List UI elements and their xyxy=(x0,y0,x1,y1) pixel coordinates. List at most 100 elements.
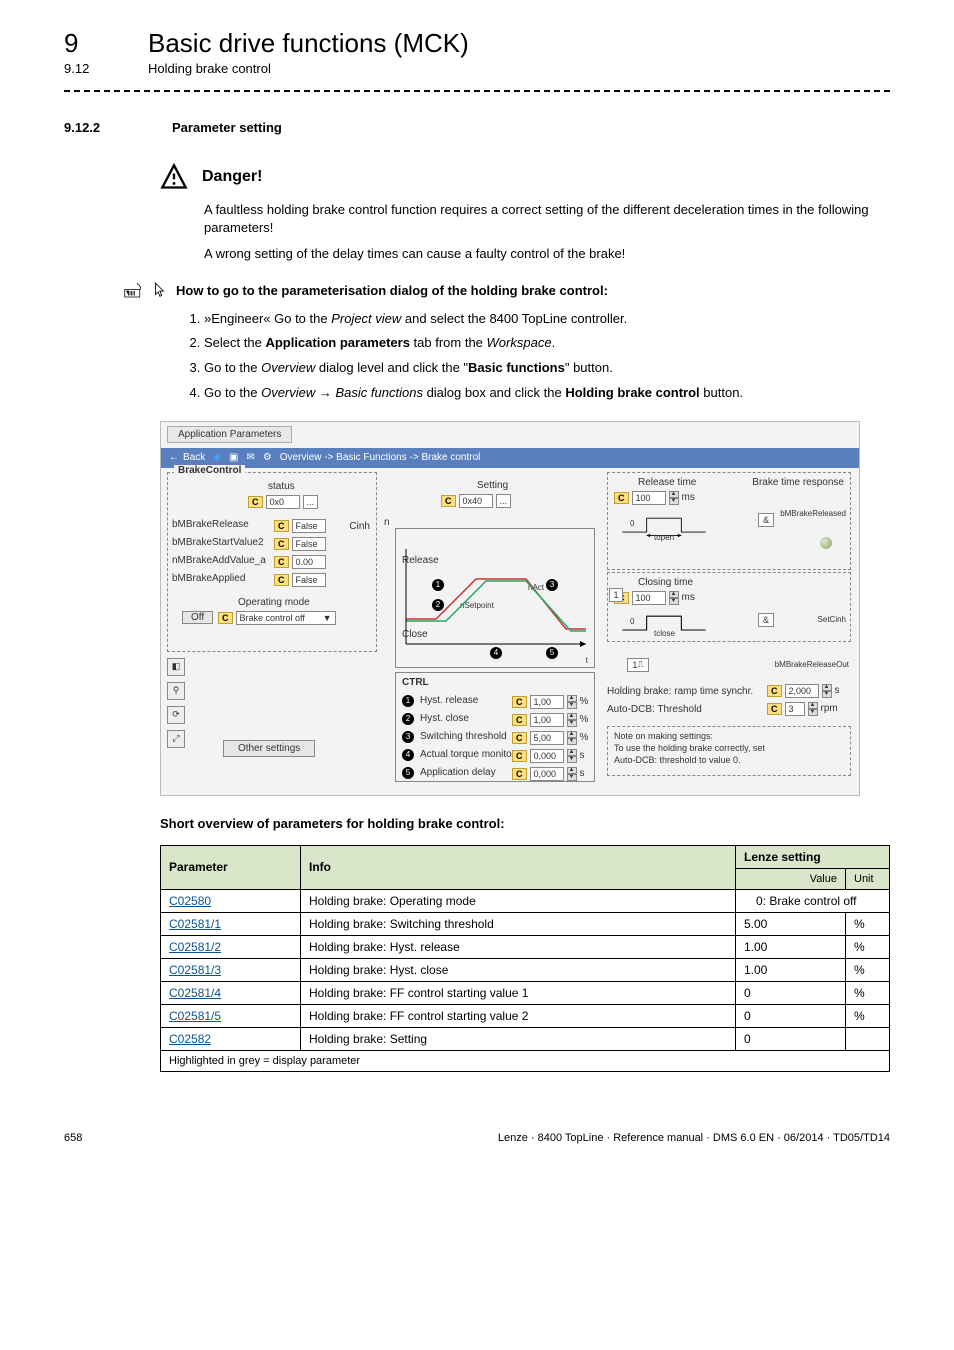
param-link[interactable]: C02580 xyxy=(169,894,211,908)
c-badge-icon: C xyxy=(512,714,527,726)
step-em: Project view xyxy=(331,311,401,326)
other-settings-button[interactable]: Other settings xyxy=(223,740,315,757)
application-delay-label: Application delay xyxy=(420,767,496,778)
param-value: 5.00 xyxy=(736,912,846,935)
c-badge-icon: C xyxy=(248,496,263,508)
param-link[interactable]: C02581/1 xyxy=(169,917,221,931)
toolbar-icon[interactable]: ✉ xyxy=(246,452,254,463)
hyst-close-input[interactable]: 1,00 xyxy=(530,713,564,727)
unit-label: % xyxy=(580,714,589,725)
status-ellipsis-button[interactable]: ... xyxy=(303,495,319,509)
c-badge-icon: C xyxy=(512,732,527,744)
chevron-down-icon: ▼ xyxy=(323,613,332,623)
sidebar-icon[interactable]: ⤢ xyxy=(167,730,185,748)
param-link[interactable]: C02581/4 xyxy=(169,986,221,1000)
ctrl-label: CTRL xyxy=(402,677,429,688)
param-info: Holding brake: Hyst. release xyxy=(301,935,736,958)
table-row: C02580 Holding brake: Operating mode 0: … xyxy=(161,889,890,912)
step-text: → xyxy=(315,385,335,400)
bmbrakereleaseout-label: bMBrakeReleaseOut xyxy=(775,660,849,669)
param-unit: % xyxy=(846,1004,890,1027)
step-text: " button. xyxy=(565,360,613,375)
port-value[interactable]: False xyxy=(292,519,326,533)
step-text: dialog level and click the " xyxy=(315,360,468,375)
application-delay-input[interactable]: 0,000 xyxy=(530,767,564,781)
auto-dcb-input[interactable]: 3 xyxy=(785,702,805,716)
param-info: Holding brake: Switching threshold xyxy=(301,912,736,935)
port-label: bMBrakeRelease xyxy=(172,519,249,530)
toolbar-icon[interactable]: ▣ xyxy=(229,452,238,463)
param-link[interactable]: C02582 xyxy=(169,1032,211,1046)
port-value[interactable]: False xyxy=(292,573,326,587)
param-link[interactable]: C02581/2 xyxy=(169,940,221,954)
step-em: Workspace xyxy=(487,335,552,350)
closing-time-label: Closing time xyxy=(638,577,693,588)
back-button[interactable]: ← Back xyxy=(169,452,205,463)
param-info: Holding brake: Setting xyxy=(301,1027,736,1050)
step-text: . xyxy=(552,335,556,350)
param-info: Holding brake: FF control starting value… xyxy=(301,981,736,1004)
note-heading: Note on making settings: xyxy=(614,731,713,742)
param-link[interactable]: C02581/3 xyxy=(169,963,221,977)
danger-heading: Danger! xyxy=(202,168,262,186)
param-value: 0 xyxy=(736,1004,846,1027)
port-value[interactable]: 0.00 xyxy=(292,555,326,569)
release-time-input[interactable]: 100 xyxy=(632,491,666,505)
param-link[interactable]: C02581/5 xyxy=(169,1009,221,1023)
toolbar-icon[interactable]: ◈ xyxy=(213,452,221,463)
setting-value[interactable]: 0x40 xyxy=(459,494,493,508)
tab-application-params[interactable]: Application Parameters xyxy=(167,426,292,443)
table-footnote: Highlighted in grey = display parameter xyxy=(161,1050,890,1071)
chapter-number: 9 xyxy=(64,28,100,59)
unit-label: ms xyxy=(682,592,695,603)
note-line1: To use the holding brake correctly, set xyxy=(614,743,765,754)
switching-threshold-input[interactable]: 5,00 xyxy=(530,731,564,745)
col-unit: Unit xyxy=(846,868,890,889)
unit-label: s xyxy=(835,685,840,696)
hyst-close-label: Hyst. close xyxy=(420,713,469,724)
step-em: Overview xyxy=(261,360,315,375)
step-2: Select the Application parameters tab fr… xyxy=(204,334,890,353)
holding-ramp-input[interactable]: 2,000 xyxy=(785,684,819,698)
port-value[interactable]: False xyxy=(292,537,326,551)
overview-heading: Short overview of parameters for holding… xyxy=(160,816,890,831)
table-row: C02581/5 Holding brake: FF control start… xyxy=(161,1004,890,1027)
param-value: 1.00 xyxy=(736,958,846,981)
actual-torque-input[interactable]: 0,000 xyxy=(530,749,564,763)
and-gate-icon: & xyxy=(758,613,774,627)
setting-ellipsis-button[interactable]: ... xyxy=(496,494,512,508)
operating-mode-select[interactable]: Brake control off▼ xyxy=(236,611,336,625)
bullet-icon: 1 xyxy=(402,695,414,707)
c-badge-icon: C xyxy=(274,556,289,568)
sidebar-icon[interactable]: ⚲ xyxy=(167,682,185,700)
unit-label: rpm xyxy=(821,703,838,714)
sidebar-icon[interactable]: ◧ xyxy=(167,658,185,676)
setting-label: Setting xyxy=(477,480,508,491)
port-label: bMBrakeApplied xyxy=(172,573,245,584)
chapter-title: Basic drive functions (MCK) xyxy=(148,28,469,59)
section-title: Parameter setting xyxy=(172,120,282,135)
c-badge-icon: C xyxy=(274,520,289,532)
status-indicator-icon xyxy=(820,537,832,549)
unit-label: ms xyxy=(682,492,695,503)
one-block: 1 xyxy=(609,588,623,602)
param-unit: % xyxy=(846,935,890,958)
param-unit xyxy=(846,1027,890,1050)
hyst-release-input[interactable]: 1,00 xyxy=(530,695,564,709)
back-label: Back xyxy=(183,452,205,463)
step-text: Select the xyxy=(204,335,265,350)
sidebar-icon[interactable]: ⟳ xyxy=(167,706,185,724)
pulse-block: 1⎍ xyxy=(627,658,649,672)
step-em: Basic functions xyxy=(336,385,423,400)
param-value: 0: Brake control off xyxy=(736,889,890,912)
closing-time-input[interactable]: 100 xyxy=(632,591,666,605)
col-value: Value xyxy=(736,868,846,889)
status-value[interactable]: 0x0 xyxy=(266,495,300,509)
param-unit: % xyxy=(846,981,890,1004)
table-row: C02581/4 Holding brake: FF control start… xyxy=(161,981,890,1004)
toolbar-icon[interactable]: ⚙ xyxy=(263,452,272,463)
off-button[interactable]: Off xyxy=(182,611,213,624)
auto-dcb-label: Auto-DCB: Threshold xyxy=(607,704,702,715)
setcinh-label: SetCinh xyxy=(818,615,846,624)
parameter-table: Parameter Info Lenze setting Value Unit … xyxy=(160,845,890,1072)
